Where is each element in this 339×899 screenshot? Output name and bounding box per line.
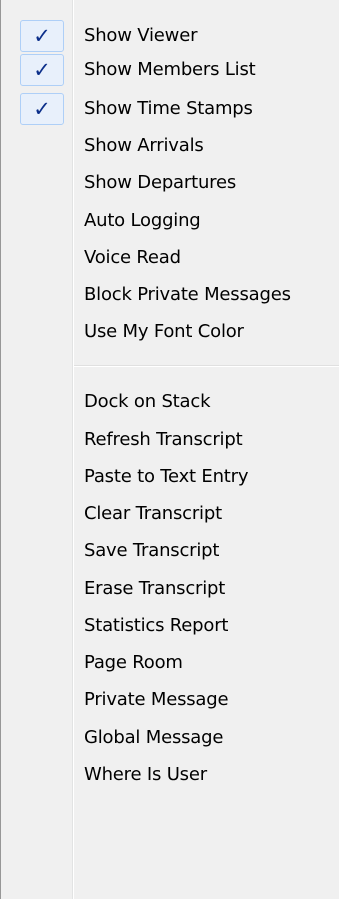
menu-item-label: Paste to Text Entry bbox=[84, 466, 249, 487]
menu-item-label: Refresh Transcript bbox=[84, 429, 243, 450]
menu-item-label: Save Transcript bbox=[84, 540, 220, 561]
menu-item-label: Global Message bbox=[84, 727, 224, 748]
menu-item-label: Show Departures bbox=[84, 172, 237, 193]
menu-item-show-viewer[interactable]: ✓ Show Viewer bbox=[1, 19, 339, 53]
check-icon-frame: ✓ bbox=[20, 54, 64, 86]
menu-item-label: Clear Transcript bbox=[84, 503, 222, 524]
menu-item-dock-on-stack[interactable]: Dock on Stack bbox=[1, 385, 339, 419]
menu-item-label: Show Viewer bbox=[84, 25, 198, 46]
menu-item-label: Voice Read bbox=[84, 247, 181, 268]
menu-item-show-arrivals[interactable]: Show Arrivals bbox=[1, 129, 339, 163]
menu-item-label: Show Arrivals bbox=[84, 135, 204, 156]
check-icon: ✓ bbox=[33, 97, 51, 121]
menu-item-page-room[interactable]: Page Room bbox=[1, 646, 339, 680]
menu-item-private-message[interactable]: Private Message bbox=[1, 683, 339, 717]
menu-item-erase-transcript[interactable]: Erase Transcript bbox=[1, 572, 339, 606]
menu-item-paste-to-text-entry[interactable]: Paste to Text Entry bbox=[1, 460, 339, 494]
menu-item-label: Dock on Stack bbox=[84, 391, 211, 412]
menu-item-auto-logging[interactable]: Auto Logging bbox=[1, 204, 339, 238]
context-menu: ✓ Show Viewer ✓ Show Members List ✓ Show… bbox=[0, 0, 339, 899]
check-icon-frame: ✓ bbox=[20, 20, 64, 52]
menu-item-show-departures[interactable]: Show Departures bbox=[1, 166, 339, 200]
check-icon: ✓ bbox=[33, 58, 51, 82]
check-icon-frame: ✓ bbox=[20, 93, 64, 125]
menu-separator-highlight bbox=[74, 366, 339, 367]
menu-item-where-is-user[interactable]: Where Is User bbox=[1, 758, 339, 792]
menu-item-label: Erase Transcript bbox=[84, 578, 226, 599]
menu-item-label: Statistics Report bbox=[84, 615, 229, 636]
menu-item-block-private-messages[interactable]: Block Private Messages bbox=[1, 278, 339, 312]
menu-item-label: Page Room bbox=[84, 652, 183, 673]
menu-item-label: Use My Font Color bbox=[84, 321, 244, 342]
menu-item-refresh-transcript[interactable]: Refresh Transcript bbox=[1, 423, 339, 457]
menu-item-use-my-font-color[interactable]: Use My Font Color bbox=[1, 315, 339, 349]
menu-item-voice-read[interactable]: Voice Read bbox=[1, 241, 339, 275]
menu-item-clear-transcript[interactable]: Clear Transcript bbox=[1, 497, 339, 531]
menu-item-save-transcript[interactable]: Save Transcript bbox=[1, 534, 339, 568]
menu-item-label: Private Message bbox=[84, 689, 229, 710]
menu-item-statistics-report[interactable]: Statistics Report bbox=[1, 609, 339, 643]
menu-item-global-message[interactable]: Global Message bbox=[1, 721, 339, 755]
menu-item-label: Where Is User bbox=[84, 764, 207, 785]
menu-item-show-time-stamps[interactable]: ✓ Show Time Stamps bbox=[1, 92, 339, 126]
menu-item-label: Show Members List bbox=[84, 59, 256, 80]
check-icon: ✓ bbox=[33, 24, 51, 48]
menu-item-show-members-list[interactable]: ✓ Show Members List bbox=[1, 53, 339, 87]
menu-item-label: Auto Logging bbox=[84, 210, 201, 231]
menu-item-label: Block Private Messages bbox=[84, 284, 291, 305]
menu-item-label: Show Time Stamps bbox=[84, 98, 253, 119]
